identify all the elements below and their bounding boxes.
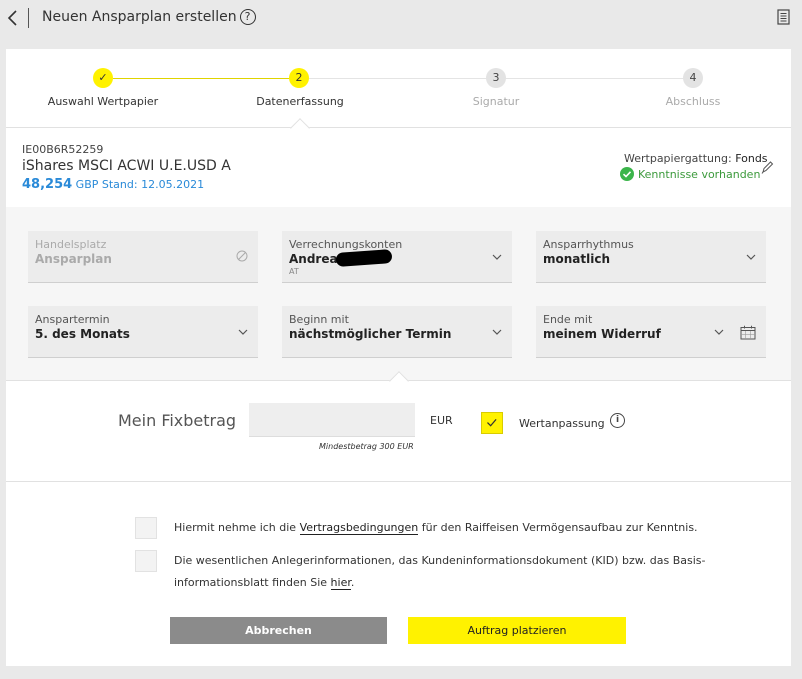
step-3-indicator: 3 [486, 68, 506, 88]
divider [6, 481, 791, 482]
verrechnungskonten-select[interactable]: Verrechnungskonten Andreas AT [282, 231, 512, 283]
security-name: iShares MSCI ACWI U.E.USD A [22, 158, 231, 174]
consent-kid-checkbox[interactable] [135, 550, 157, 572]
price-row: 48,254 GBP Stand: 12.05.2021 [22, 177, 204, 192]
wertanpassung-label: Wertanpassung [519, 417, 605, 430]
anspartermin-select[interactable]: Anspartermin 5. des Monats [28, 306, 258, 358]
disabled-icon [236, 250, 248, 262]
submit-order-button[interactable]: Auftrag platzieren [408, 617, 626, 644]
step-1-check-icon: ✓ [93, 68, 113, 88]
handelsplatz-select: Handelsplatz Ansparplan [28, 231, 258, 283]
consent-terms-checkbox[interactable] [135, 517, 157, 539]
isin: IE00B6R52259 [22, 143, 104, 156]
chevron-down-icon [492, 254, 502, 260]
step-2-label: Datenerfassung [256, 95, 344, 108]
chevron-down-icon [492, 329, 502, 335]
top-bar: Neuen Ansparplan erstellen? [0, 0, 802, 40]
step-connector-done [113, 78, 299, 79]
security-price: 48,254 [22, 177, 73, 192]
order-form: Handelsplatz Ansparplan Verrechnungskont… [6, 207, 791, 380]
calendar-icon[interactable] [740, 325, 756, 340]
step-4-label: Abschluss [665, 95, 721, 108]
edit-pencil-icon[interactable] [760, 159, 774, 175]
ansparrhythmus-select[interactable]: Ansparrhythmus monatlich [536, 231, 766, 283]
consent-terms-text: Hiermit nehme ich die Vertragsbedingunge… [174, 521, 698, 535]
redaction-mark [335, 249, 393, 267]
fixbetrag-currency: EUR [430, 414, 453, 427]
cancel-button[interactable]: Abbrechen [170, 617, 387, 644]
chevron-down-icon [714, 329, 724, 335]
price-date: Stand: 12.05.2021 [101, 178, 205, 191]
step-1-label: Auswahl Wertpapier [47, 95, 159, 108]
chevron-down-icon [746, 254, 756, 260]
ende-select[interactable]: Ende mit meinem Widerruf [536, 306, 766, 358]
knowledge-status: Kenntnisse vorhanden [620, 167, 760, 181]
consent-kid-text: Die wesentlichen Anlegerinformationen, d… [174, 554, 706, 590]
document-icon[interactable] [777, 9, 790, 25]
minimum-amount-note: Mindestbetrag 300 EUR [319, 442, 414, 451]
help-icon[interactable]: ? [239, 9, 256, 25]
fixbetrag-label: Mein Fixbetrag [118, 411, 237, 430]
step-3-label: Signatur [472, 95, 520, 108]
kid-link[interactable]: hier [330, 576, 351, 590]
step-2-indicator: 2 [289, 68, 309, 88]
fixbetrag-input[interactable] [249, 403, 415, 437]
header-divider [28, 8, 29, 28]
progress-stepper: ✓ Auswahl Wertpapier 2 Datenerfassung 3 … [6, 49, 791, 127]
chevron-down-icon [238, 329, 248, 335]
back-icon[interactable] [6, 9, 20, 27]
security-type: Wertpapiergattung: Fonds [624, 152, 768, 165]
checkmark-icon [487, 418, 497, 427]
price-currency: GBP [75, 178, 99, 191]
info-icon[interactable]: i [610, 413, 625, 428]
order-card: ✓ Auswahl Wertpapier 2 Datenerfassung 3 … [6, 49, 791, 666]
vertragsbedingungen-link[interactable]: Vertragsbedingungen [299, 521, 419, 535]
step-4-indicator: 4 [683, 68, 703, 88]
beginn-select[interactable]: Beginn mit nächstmöglicher Termin [282, 306, 512, 358]
check-circle-icon [620, 167, 634, 181]
page-title: Neuen Ansparplan erstellen? [42, 9, 256, 25]
wertanpassung-checkbox[interactable] [481, 412, 503, 434]
divider [6, 127, 791, 128]
